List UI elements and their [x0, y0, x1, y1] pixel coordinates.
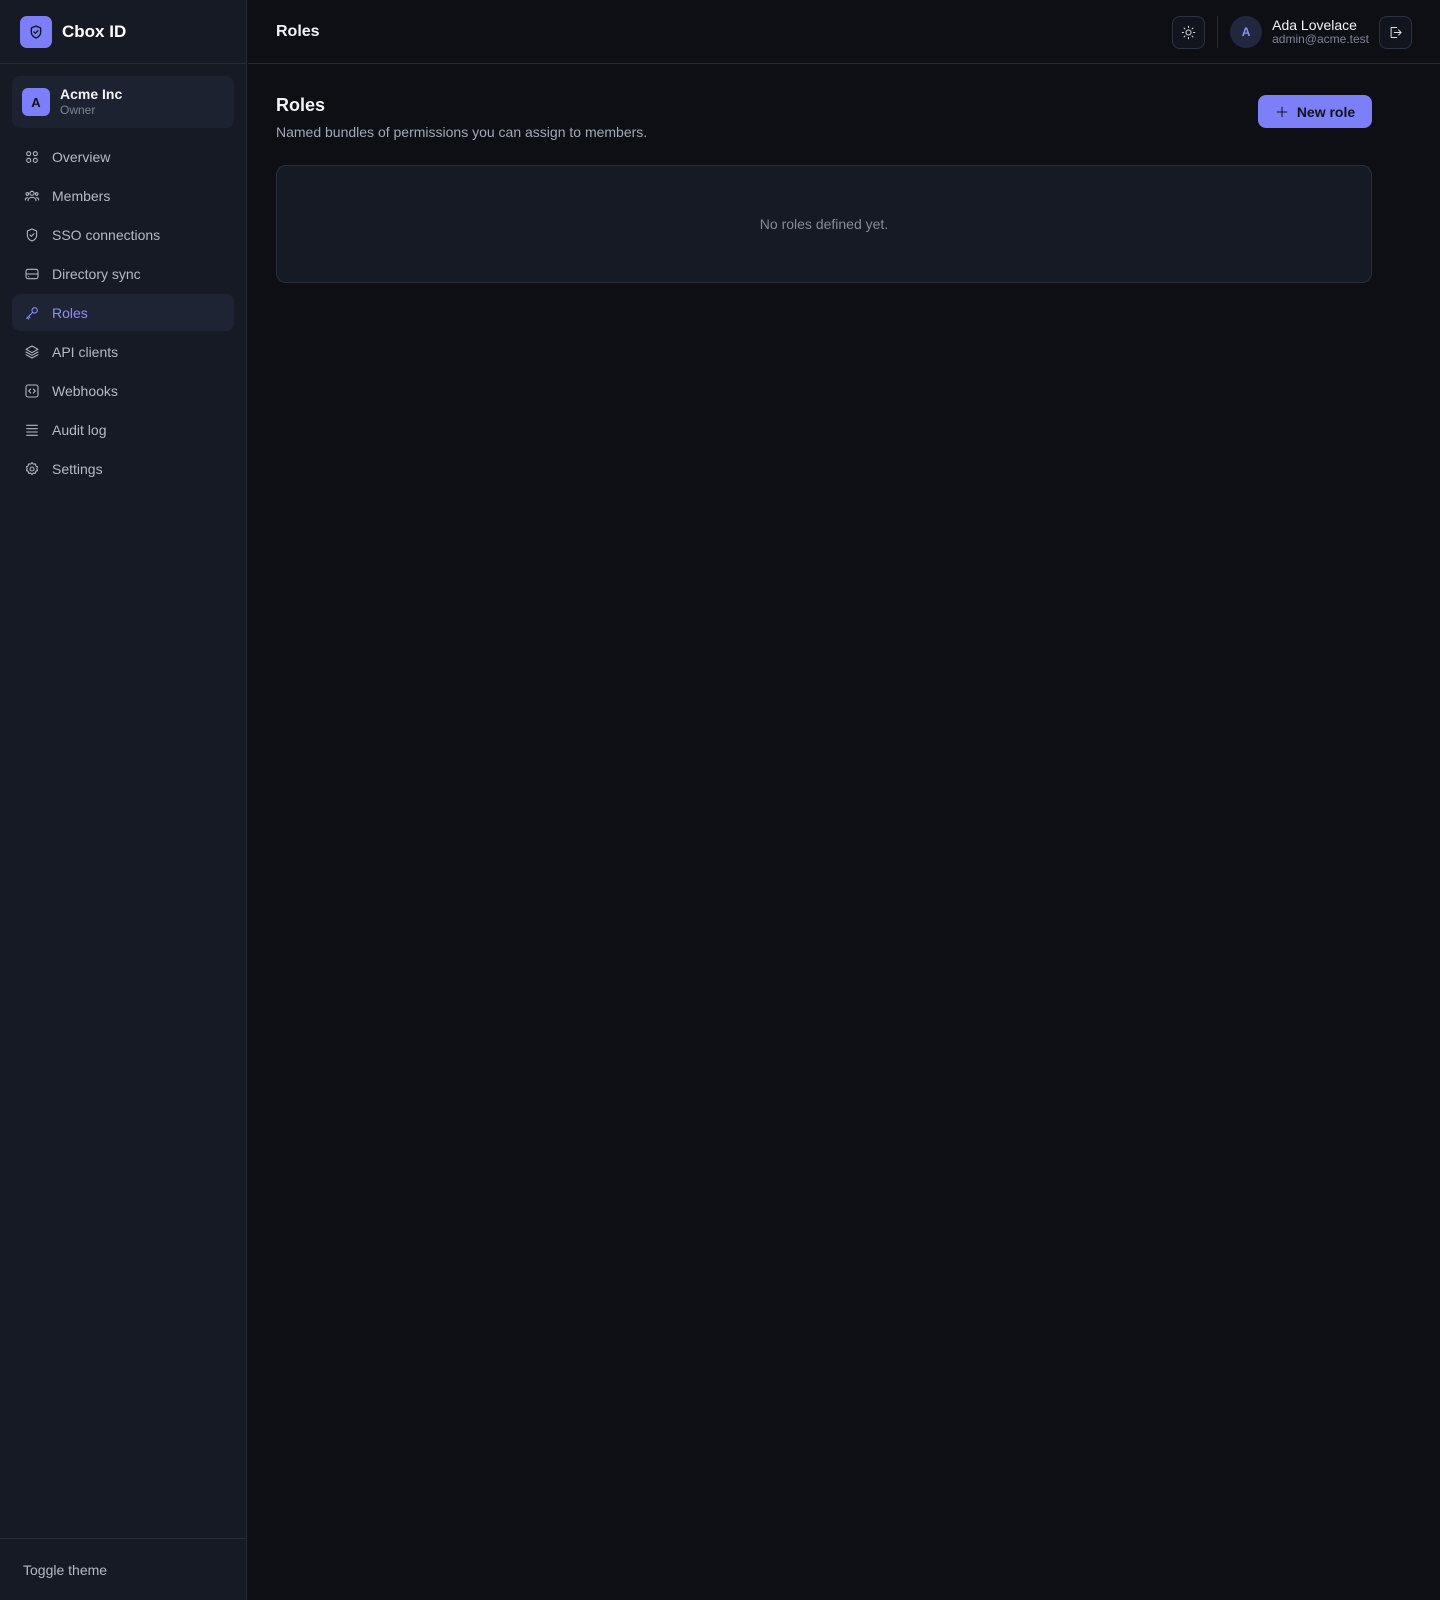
sidebar-item-label: Audit log — [52, 421, 107, 438]
layers-icon — [24, 344, 40, 360]
new-role-label: New role — [1296, 103, 1356, 120]
sidebar-item-webhooks[interactable]: Webhooks — [12, 372, 234, 409]
sidebar-item-label: Directory sync — [52, 265, 141, 282]
sidebar-item-label: Webhooks — [52, 382, 118, 399]
logout-button[interactable] — [1379, 15, 1412, 49]
org-role: Owner — [60, 103, 96, 118]
sidebar-footer: Toggle theme — [0, 1538, 246, 1600]
users-icon — [24, 188, 40, 204]
logout-icon — [1390, 26, 1402, 38]
sidebar-item-label: Members — [52, 187, 111, 204]
section-subtitle: Named bundles of permissions you can ass… — [276, 124, 648, 140]
org-switcher[interactable]: A Acme Inc Owner — [12, 76, 234, 128]
shield-check-icon — [20, 15, 52, 48]
sidebar-nav: Overview Members SSO connections Directo… — [0, 138, 246, 487]
sidebar-item-directory-sync[interactable]: Directory sync — [12, 255, 234, 292]
code-icon — [24, 383, 40, 399]
sidebar-item-settings[interactable]: Settings — [12, 450, 234, 487]
sun-icon — [1181, 25, 1196, 39]
sidebar: Cbox ID A Acme Inc Owner Overview Member… — [0, 0, 247, 1600]
org-avatar: A — [22, 88, 50, 116]
roles-empty-state: No roles defined yet. — [276, 165, 1372, 283]
grid-icon — [24, 149, 40, 165]
sidebar-item-api-clients[interactable]: API clients — [12, 333, 234, 370]
sidebar-item-label: API clients — [52, 343, 119, 360]
sidebar-item-label: Overview — [52, 148, 111, 165]
sidebar-item-roles[interactable]: Roles — [12, 294, 234, 331]
sidebar-item-sso-connections[interactable]: SSO connections — [12, 216, 234, 253]
gear-icon — [24, 461, 40, 477]
sidebar-item-label: Settings — [52, 460, 103, 477]
empty-state-text: No roles defined yet. — [759, 216, 889, 232]
user-email: admin@acme.test — [1272, 32, 1369, 47]
new-role-button[interactable]: New role — [1258, 95, 1372, 128]
sidebar-item-overview[interactable]: Overview — [12, 138, 234, 175]
theme-toggle-button[interactable] — [1172, 15, 1206, 49]
topbar: Roles A Ada Lovelace admin@acme.test — [248, 0, 1440, 64]
user-name: Ada Lovelace — [1272, 17, 1357, 34]
divider — [1217, 16, 1219, 48]
section-title: Roles — [276, 95, 326, 115]
brand: Cbox ID — [0, 0, 246, 64]
page-header: Roles Named bundles of permissions you c… — [276, 95, 1372, 165]
list-icon — [24, 422, 40, 438]
brand-name: Cbox ID — [62, 21, 127, 41]
shield-check-icon — [24, 227, 40, 243]
database-icon — [24, 266, 40, 282]
sidebar-item-label: Roles — [52, 304, 88, 321]
page-title: Roles — [276, 22, 320, 40]
toggle-theme-button[interactable]: Toggle theme — [23, 1562, 107, 1578]
avatar[interactable]: A — [1230, 16, 1263, 48]
sidebar-item-audit-log[interactable]: Audit log — [12, 411, 234, 448]
sidebar-item-members[interactable]: Members — [12, 177, 234, 214]
key-icon — [24, 305, 40, 321]
plus-icon — [1276, 106, 1288, 117]
org-name: Acme Inc — [60, 86, 123, 103]
sidebar-item-label: SSO connections — [52, 226, 161, 243]
user-info: Ada Lovelace admin@acme.test — [1272, 17, 1369, 47]
main-content: Roles Named bundles of permissions you c… — [276, 64, 1372, 283]
